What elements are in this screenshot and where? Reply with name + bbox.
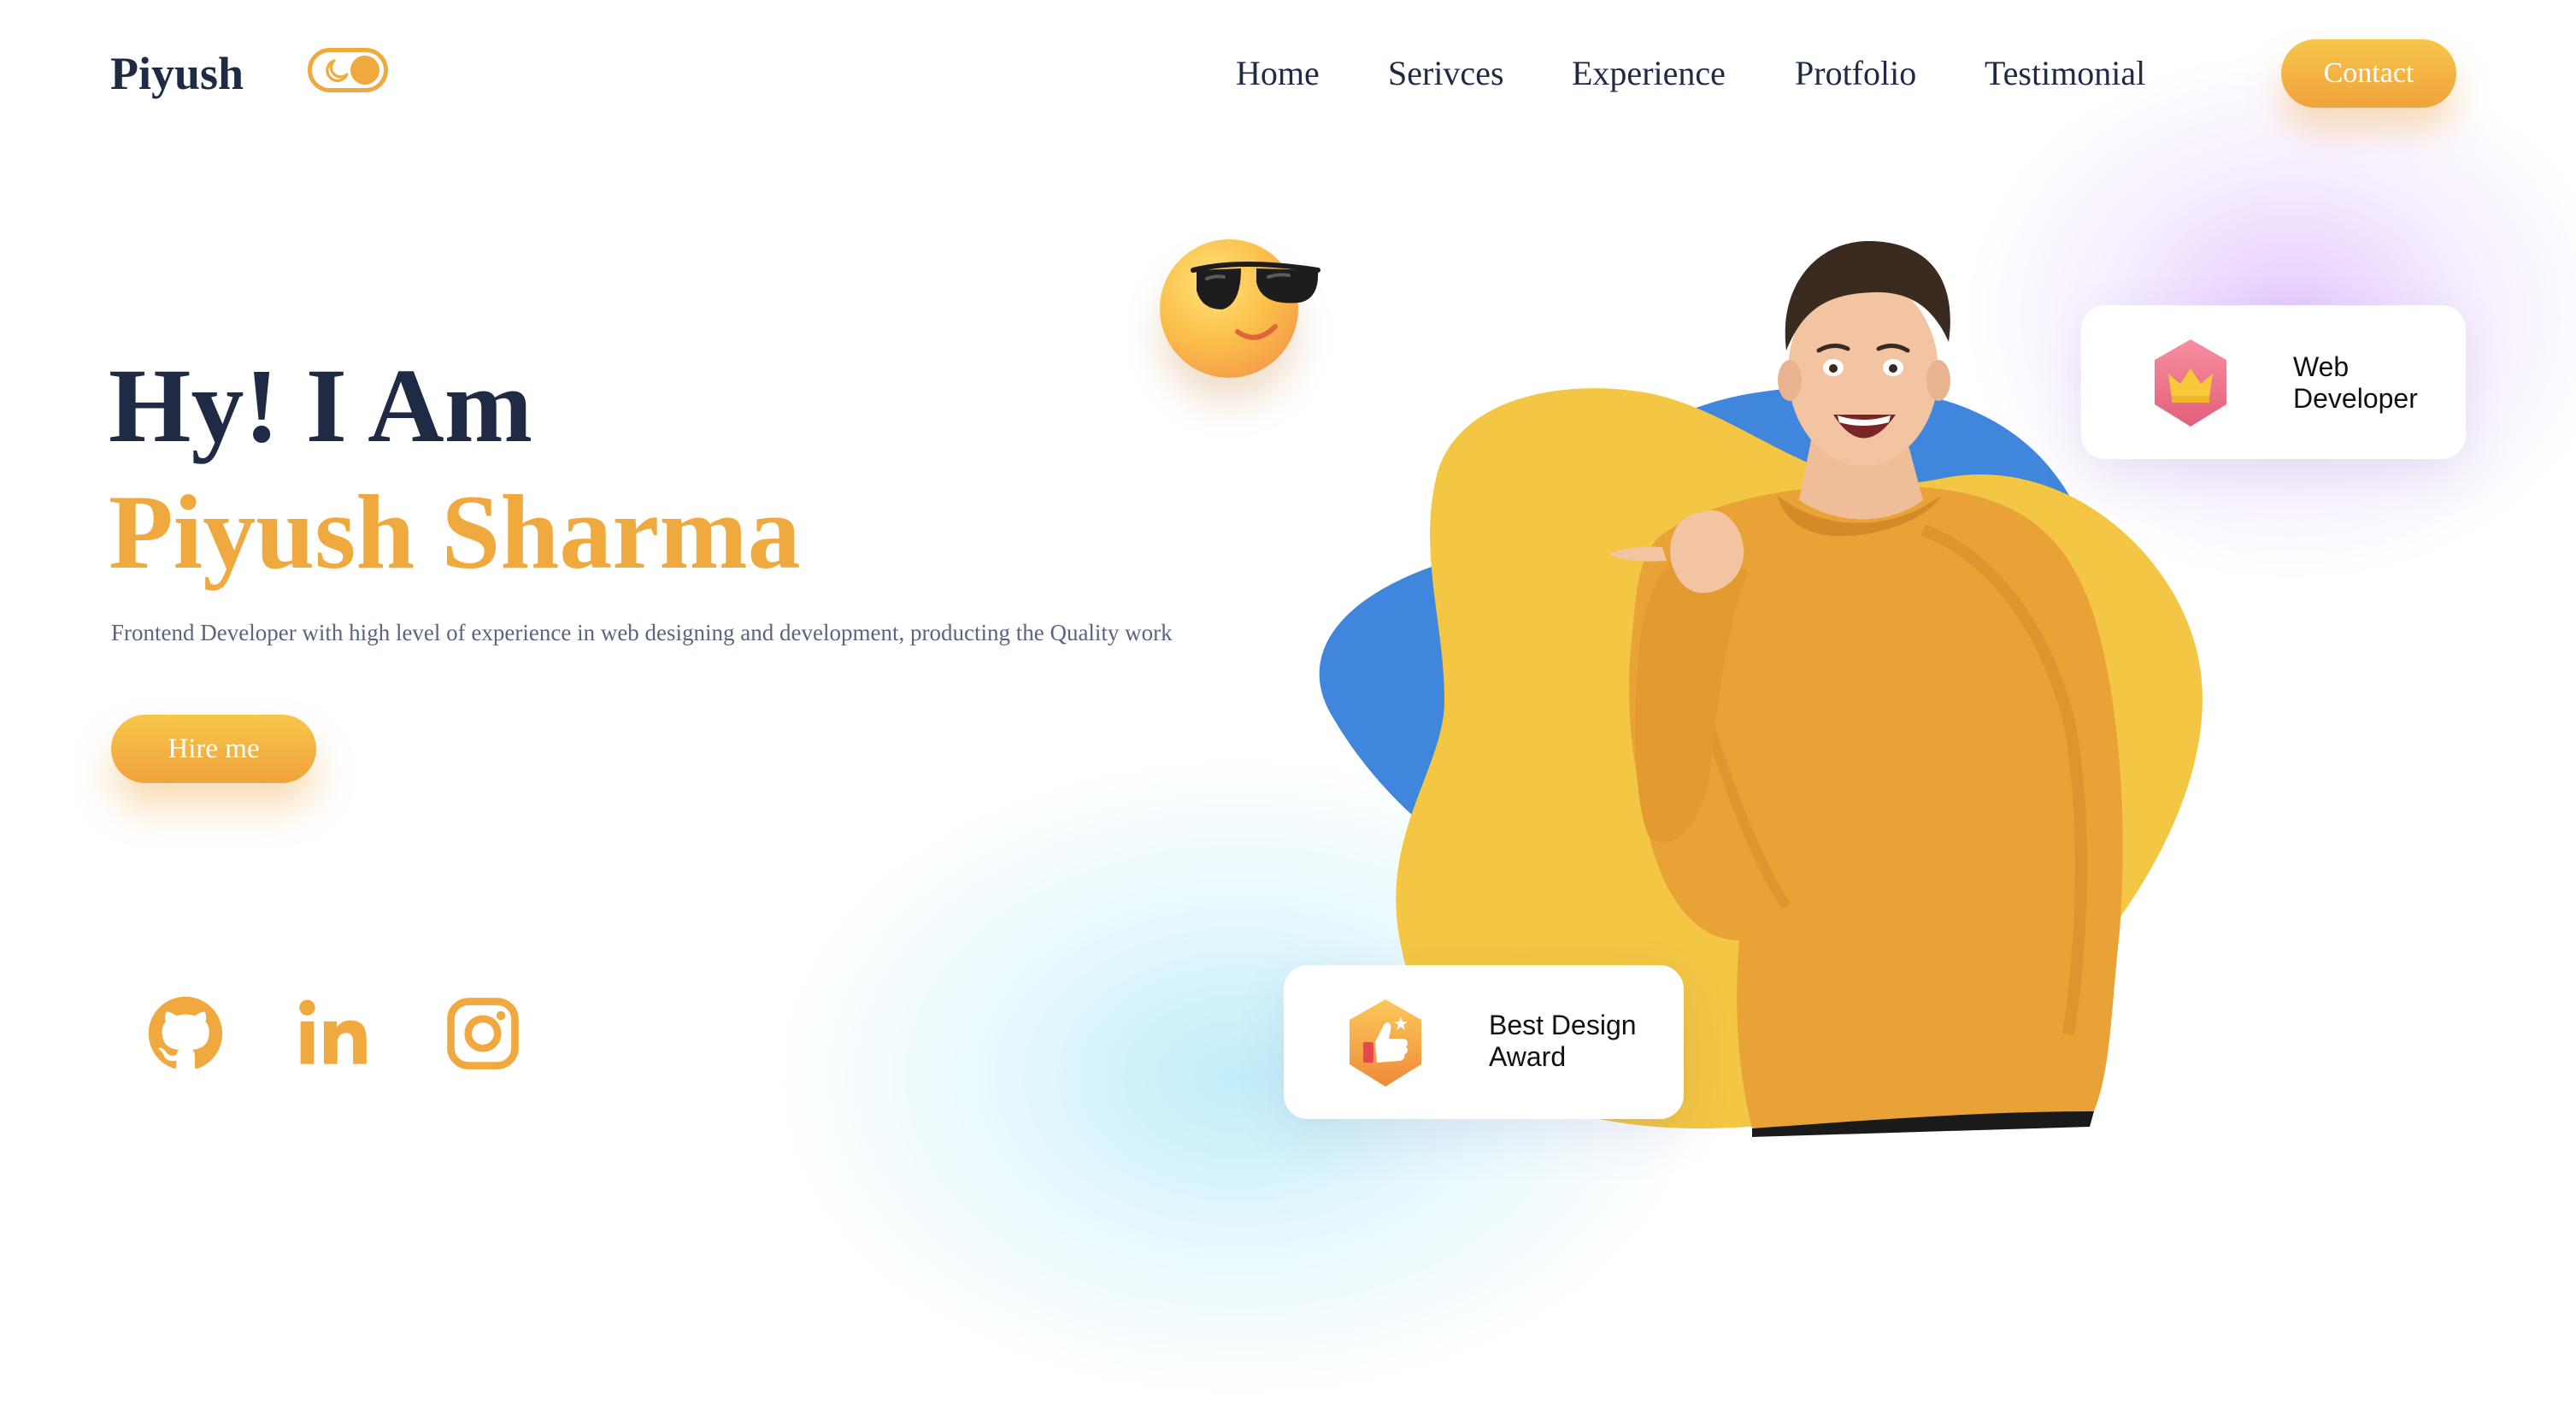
hero-name: Piyush Sharma [109, 474, 801, 591]
hire-me-button[interactable]: Hire me [111, 715, 316, 783]
badge-award-line2: Award [1489, 1041, 1567, 1072]
badge-award-label: Best Design Award [1489, 1010, 1677, 1073]
thumbs-up-icon [1350, 999, 1421, 1087]
github-icon[interactable] [147, 995, 224, 1072]
hero-description: Frontend Developer with high level of ex… [111, 620, 1173, 645]
moon-icon [326, 59, 349, 82]
nav-testimonial[interactable]: Testimonial [1985, 50, 2145, 97]
badge-role-label: Web Developer [2293, 351, 2447, 415]
web-developer-badge: Web Developer [2081, 305, 2466, 459]
instagram-icon[interactable] [444, 995, 521, 1072]
theme-toggle[interactable] [308, 48, 388, 92]
nav-portfolio[interactable]: Protfolio [1795, 50, 1916, 97]
badge-role-line1: Web [2293, 351, 2350, 382]
nav-experience[interactable]: Experience [1572, 50, 1726, 97]
toggle-knob [350, 56, 379, 85]
crown-icon [2155, 339, 2226, 427]
badge-award-line1: Best Design [1489, 1010, 1637, 1040]
linkedin-icon[interactable] [296, 995, 373, 1072]
best-design-award-badge: Best Design Award [1284, 965, 1684, 1119]
site-logo[interactable]: Piyush [110, 43, 244, 104]
nav-home[interactable]: Home [1236, 50, 1320, 97]
nav-services[interactable]: Serivces [1388, 50, 1504, 97]
badge-role-line2: Developer [2293, 383, 2418, 414]
contact-button[interactable]: Contact [2281, 39, 2456, 108]
hero-greeting: Hy! I Am [109, 347, 532, 464]
